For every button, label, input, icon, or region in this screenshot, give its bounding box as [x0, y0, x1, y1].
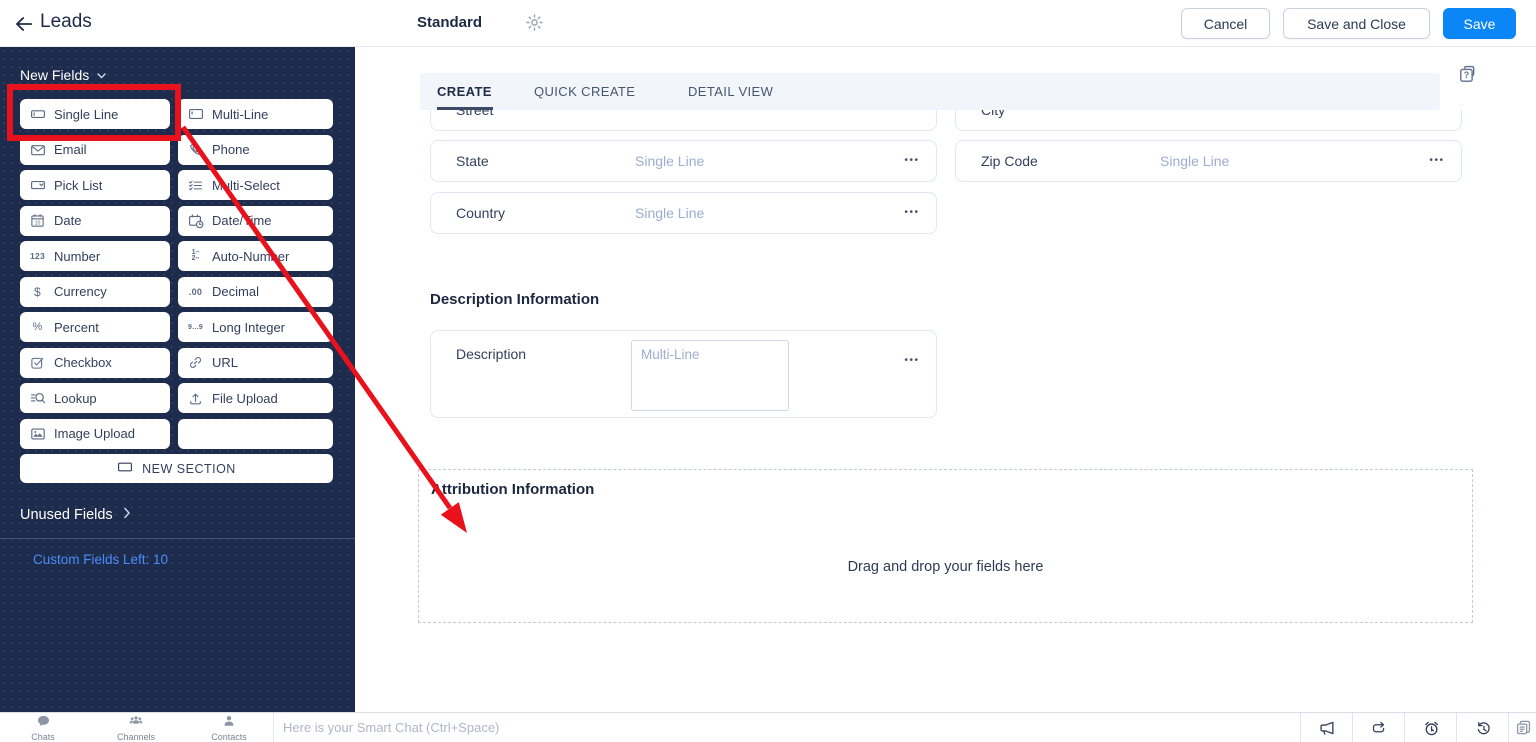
smart-chat-input[interactable]: Here is your Smart Chat (Ctrl+Space)	[283, 713, 1183, 742]
save-button[interactable]: Save	[1443, 8, 1516, 39]
svg-text:10: 10	[35, 221, 41, 227]
attribution-section-dropzone[interactable]: Attribution Information Drag and drop yo…	[418, 469, 1473, 623]
link-icon	[186, 355, 205, 370]
ellipsis-menu-icon[interactable]	[1425, 153, 1449, 169]
checkbox-icon	[28, 355, 47, 370]
svg-text:?: ?	[1464, 70, 1469, 80]
multi-line-icon	[186, 106, 205, 122]
field-type-email[interactable]: Email	[20, 134, 170, 165]
field-type-percent[interactable]: % Percent	[20, 312, 170, 342]
contacts-button[interactable]: Contacts	[199, 714, 259, 742]
new-fields-dropdown[interactable]: New Fields	[20, 67, 107, 83]
field-card-country[interactable]: Country Single Line	[430, 192, 937, 234]
tab-create[interactable]: CREATE	[437, 73, 492, 110]
field-type-auto-number[interactable]: 1– 2– Auto-Number	[178, 241, 333, 271]
field-type-date[interactable]: 10 Date	[20, 205, 170, 236]
sidebar-divider	[0, 538, 355, 539]
custom-fields-left-link[interactable]: Custom Fields Left: 10	[33, 552, 168, 567]
cancel-button[interactable]: Cancel	[1181, 8, 1270, 39]
decimal-icon: .00	[188, 286, 203, 297]
page-title: Leads	[40, 11, 92, 32]
bottom-chat-bar: Chats Channels Contacts Here is your Sma…	[0, 712, 1536, 742]
single-line-icon	[28, 106, 47, 122]
ellipsis-menu-icon[interactable]	[900, 153, 924, 169]
signals-loop-icon[interactable]	[1352, 713, 1404, 742]
multi-select-icon	[186, 178, 205, 193]
top-header: Leads Standard Cancel Save and Close Sav…	[0, 0, 1536, 47]
field-card-city[interactable]: City	[955, 110, 1462, 131]
field-type-lookup[interactable]: Lookup	[20, 383, 170, 413]
copies-icon[interactable]	[1510, 713, 1536, 742]
chats-button[interactable]: Chats	[13, 714, 73, 742]
layout-name: Standard	[417, 14, 483, 31]
multi-line-preview-box: Multi-Line	[631, 340, 789, 411]
layout-editor-page: Leads Standard Cancel Save and Close Sav…	[0, 0, 1536, 742]
field-palette-sidebar: New Fields Single Line Multi-Line Email …	[0, 47, 355, 712]
chat-bubble-icon	[36, 714, 51, 733]
date-icon: 10	[28, 213, 47, 228]
field-type-long-integer[interactable]: 9...9 Long Integer	[178, 312, 333, 342]
field-type-multi-select[interactable]: Multi-Select	[178, 170, 333, 200]
back-arrow-icon[interactable]	[13, 13, 35, 35]
ellipsis-menu-icon[interactable]	[900, 353, 924, 369]
field-type-grid: Single Line Multi-Line Email Phone Pick …	[20, 99, 333, 449]
currency-dollar-icon: $	[34, 284, 41, 299]
field-type-currency[interactable]: $ Currency	[20, 276, 170, 307]
chevron-down-icon	[96, 67, 107, 83]
long-integer-icon: 9...9	[187, 323, 204, 331]
utility-icon-group	[1300, 713, 1509, 742]
channels-button[interactable]: Channels	[106, 714, 166, 742]
megaphone-icon[interactable]	[1300, 713, 1352, 742]
field-card-description[interactable]: Description Multi-Line	[430, 330, 937, 418]
field-type-number[interactable]: 123 Number	[20, 241, 170, 271]
field-type-empty-slot	[178, 418, 333, 449]
new-section-button[interactable]: NEW SECTION	[20, 454, 333, 483]
field-type-checkbox[interactable]: Checkbox	[20, 347, 170, 378]
field-type-phone[interactable]: Phone	[178, 134, 333, 165]
file-upload-icon	[186, 391, 205, 406]
clipped-field-row: Street City	[420, 110, 1480, 135]
tab-quick-create[interactable]: QUICK CREATE	[534, 73, 635, 110]
image-upload-icon	[28, 426, 47, 442]
description-section-title: Description Information	[430, 291, 600, 308]
active-tab-underline	[437, 107, 493, 110]
chevron-right-icon	[123, 507, 131, 523]
attribution-section-title: Attribution Information	[431, 481, 595, 498]
field-card-state[interactable]: State Single Line	[430, 140, 937, 182]
field-type-date-time[interactable]: Date/Time	[178, 205, 333, 236]
email-icon	[28, 142, 47, 158]
unused-fields-toggle[interactable]: Unused Fields	[20, 507, 131, 523]
new-section-icon	[117, 459, 133, 478]
gear-icon[interactable]	[525, 13, 544, 37]
field-card-zip-code[interactable]: Zip Code Single Line	[955, 140, 1462, 182]
person-icon	[222, 714, 236, 733]
ellipsis-menu-icon[interactable]	[900, 205, 924, 221]
history-clock-icon[interactable]	[1456, 713, 1508, 742]
pick-list-icon	[28, 177, 47, 193]
field-type-decimal[interactable]: .00 Decimal	[178, 276, 333, 307]
phone-icon	[186, 142, 205, 157]
save-and-close-button[interactable]: Save and Close	[1283, 8, 1430, 39]
dropzone-hint-text: Drag and drop your fields here	[847, 559, 1044, 575]
number-123-icon: 123	[29, 251, 46, 261]
field-type-pick-list[interactable]: Pick List	[20, 170, 170, 200]
alarm-clock-icon[interactable]	[1404, 713, 1456, 742]
field-card-street[interactable]: Street	[430, 110, 937, 131]
layout-tabs: CREATE QUICK CREATE DETAIL VIEW	[420, 73, 1440, 110]
percent-icon: %	[32, 321, 43, 333]
tab-detail-view[interactable]: DETAIL VIEW	[688, 73, 773, 110]
people-group-icon	[128, 714, 144, 733]
chat-bar-divider	[273, 713, 274, 742]
lookup-icon	[28, 390, 47, 406]
field-type-url[interactable]: URL	[178, 347, 333, 378]
field-type-image-upload[interactable]: Image Upload	[20, 418, 170, 449]
field-type-file-upload[interactable]: File Upload	[178, 383, 333, 413]
field-type-single-line[interactable]: Single Line	[20, 99, 170, 129]
date-time-icon	[186, 213, 205, 229]
auto-number-icon: 1– 2–	[191, 248, 200, 262]
help-pages-icon[interactable]: ?	[1457, 64, 1478, 90]
field-type-multi-line[interactable]: Multi-Line	[178, 99, 333, 129]
